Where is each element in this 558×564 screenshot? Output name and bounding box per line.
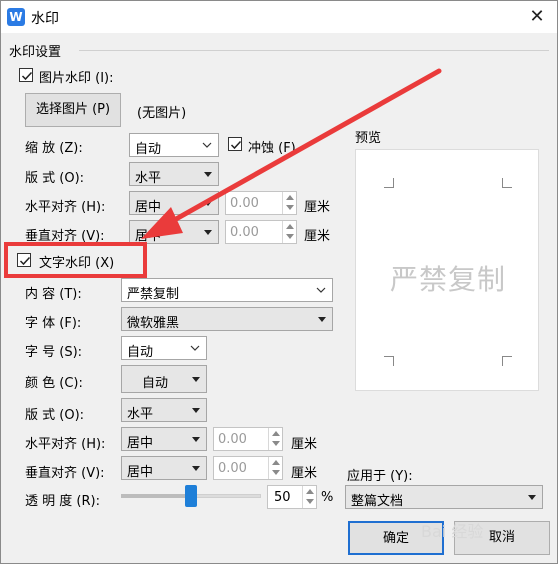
size-select[interactable]: 自动 bbox=[121, 336, 207, 360]
color-label: 颜 色 (C): bbox=[25, 376, 83, 391]
chevron-down-icon bbox=[202, 142, 212, 148]
dropdown-arrow-icon bbox=[192, 408, 200, 413]
font-select[interactable]: 微软雅黑 bbox=[121, 307, 333, 331]
picture-halign-unit: 厘米 bbox=[304, 200, 331, 215]
transparency-slider-fill bbox=[121, 494, 191, 498]
text-valign-unit: 厘米 bbox=[291, 466, 318, 481]
transparency-label: 透 明 度 (R): bbox=[25, 494, 100, 509]
picture-halign-offset[interactable]: 0.00 bbox=[225, 191, 297, 215]
washout-checkbox[interactable] bbox=[228, 137, 242, 151]
text-halign-label: 水平对齐 (H): bbox=[25, 437, 106, 452]
text-halign-select[interactable]: 居中 bbox=[121, 427, 207, 451]
dropdown-arrow-icon bbox=[204, 201, 212, 206]
picture-halign-offset-value: 0.00 bbox=[230, 196, 259, 211]
preview-watermark-text: 严禁复制 bbox=[389, 263, 506, 296]
watermark-dialog: W 水印 ✕ 水印设置 图片水印 (I): 选择图片 (P) (无图片) 缩 放… bbox=[0, 0, 558, 564]
baidu-watermark: Bai 经验 bbox=[421, 522, 484, 541]
apply-to-value: 整篇文档 bbox=[351, 494, 404, 509]
picture-halign-label: 水平对齐 (H): bbox=[25, 200, 106, 215]
title-bar: W 水印 ✕ bbox=[1, 1, 557, 33]
dialog-title: 水印 bbox=[31, 11, 59, 27]
chevron-down-icon bbox=[190, 345, 200, 351]
spin-buttons[interactable] bbox=[268, 457, 282, 479]
text-valign-value: 居中 bbox=[127, 465, 154, 480]
transparency-input[interactable]: 50 bbox=[267, 485, 317, 509]
size-label: 字 号 (S): bbox=[25, 345, 83, 360]
size-value: 自动 bbox=[127, 345, 154, 360]
preview-page: 严禁复制 bbox=[355, 149, 539, 391]
content-value: 严禁复制 bbox=[127, 287, 180, 302]
margin-corner bbox=[384, 178, 394, 188]
color-value: 自动 bbox=[142, 376, 169, 391]
text-valign-offset[interactable]: 0.00 bbox=[213, 456, 283, 480]
margin-corner bbox=[502, 178, 512, 188]
dropdown-arrow-icon bbox=[204, 172, 212, 177]
text-valign-offset-value: 0.00 bbox=[218, 461, 247, 476]
check-icon bbox=[21, 71, 33, 81]
dropdown-arrow-icon bbox=[318, 317, 326, 322]
preview-label: 预览 bbox=[355, 131, 382, 146]
font-value: 微软雅黑 bbox=[127, 316, 180, 331]
check-icon bbox=[230, 140, 242, 150]
spin-buttons[interactable] bbox=[302, 486, 316, 508]
text-halign-offset-value: 0.00 bbox=[218, 432, 247, 447]
dropdown-arrow-icon bbox=[528, 495, 536, 500]
text-valign-select[interactable]: 居中 bbox=[121, 456, 207, 480]
transparency-slider-thumb[interactable] bbox=[185, 485, 197, 507]
scale-value: 自动 bbox=[135, 142, 162, 157]
picture-layout-label: 版 式 (O): bbox=[25, 171, 85, 186]
margin-corner bbox=[384, 356, 394, 366]
margin-corner bbox=[502, 356, 512, 366]
group-divider bbox=[79, 50, 549, 51]
font-label: 字 体 (F): bbox=[25, 316, 82, 331]
picture-valign-offset-value: 0.00 bbox=[230, 225, 259, 240]
picture-watermark-label: 图片水印 (I): bbox=[39, 71, 114, 86]
spin-buttons[interactable] bbox=[268, 428, 282, 450]
content-select[interactable]: 严禁复制 bbox=[121, 278, 333, 302]
scale-label: 缩 放 (Z): bbox=[25, 141, 83, 156]
text-layout-value: 水平 bbox=[127, 407, 154, 422]
picture-valign-select[interactable]: 居中 bbox=[129, 220, 219, 244]
text-halign-offset[interactable]: 0.00 bbox=[213, 427, 283, 451]
dropdown-arrow-icon bbox=[204, 230, 212, 235]
dropdown-arrow-icon bbox=[192, 466, 200, 471]
dropdown-arrow-icon bbox=[192, 377, 200, 382]
picture-valign-unit: 厘米 bbox=[304, 229, 331, 244]
no-picture-text: (无图片) bbox=[137, 106, 187, 121]
washout-label: 冲蚀 (F) bbox=[248, 141, 296, 156]
text-valign-label: 垂直对齐 (V): bbox=[25, 466, 105, 481]
text-halign-unit: 厘米 bbox=[291, 437, 318, 452]
spin-buttons[interactable] bbox=[282, 192, 296, 214]
picture-halign-value: 居中 bbox=[135, 200, 162, 215]
close-icon[interactable]: ✕ bbox=[523, 5, 551, 29]
text-layout-select[interactable]: 水平 bbox=[121, 398, 207, 422]
transparency-value: 50 bbox=[274, 490, 291, 505]
color-select[interactable]: 自动 bbox=[121, 365, 207, 393]
text-layout-label: 版 式 (O): bbox=[25, 408, 85, 423]
scale-select[interactable]: 自动 bbox=[129, 133, 219, 157]
picture-layout-select[interactable]: 水平 bbox=[129, 162, 219, 186]
group-label: 水印设置 bbox=[9, 45, 62, 60]
picture-layout-value: 水平 bbox=[135, 171, 162, 186]
chevron-down-icon bbox=[316, 287, 326, 293]
select-picture-button[interactable]: 选择图片 (P) bbox=[25, 93, 121, 127]
dropdown-arrow-icon bbox=[192, 437, 200, 442]
apply-to-label: 应用于 (Y): bbox=[347, 469, 413, 484]
transparency-unit: % bbox=[321, 490, 334, 505]
annotation-highlight-box bbox=[4, 242, 147, 278]
picture-halign-select[interactable]: 居中 bbox=[129, 191, 219, 215]
picture-valign-offset[interactable]: 0.00 bbox=[225, 220, 297, 244]
spin-buttons[interactable] bbox=[282, 221, 296, 243]
picture-watermark-checkbox[interactable] bbox=[19, 68, 33, 82]
text-halign-value: 居中 bbox=[127, 436, 154, 451]
apply-to-select[interactable]: 整篇文档 bbox=[345, 485, 543, 509]
wps-logo-icon: W bbox=[7, 8, 25, 26]
content-label: 内 容 (T): bbox=[25, 287, 82, 302]
